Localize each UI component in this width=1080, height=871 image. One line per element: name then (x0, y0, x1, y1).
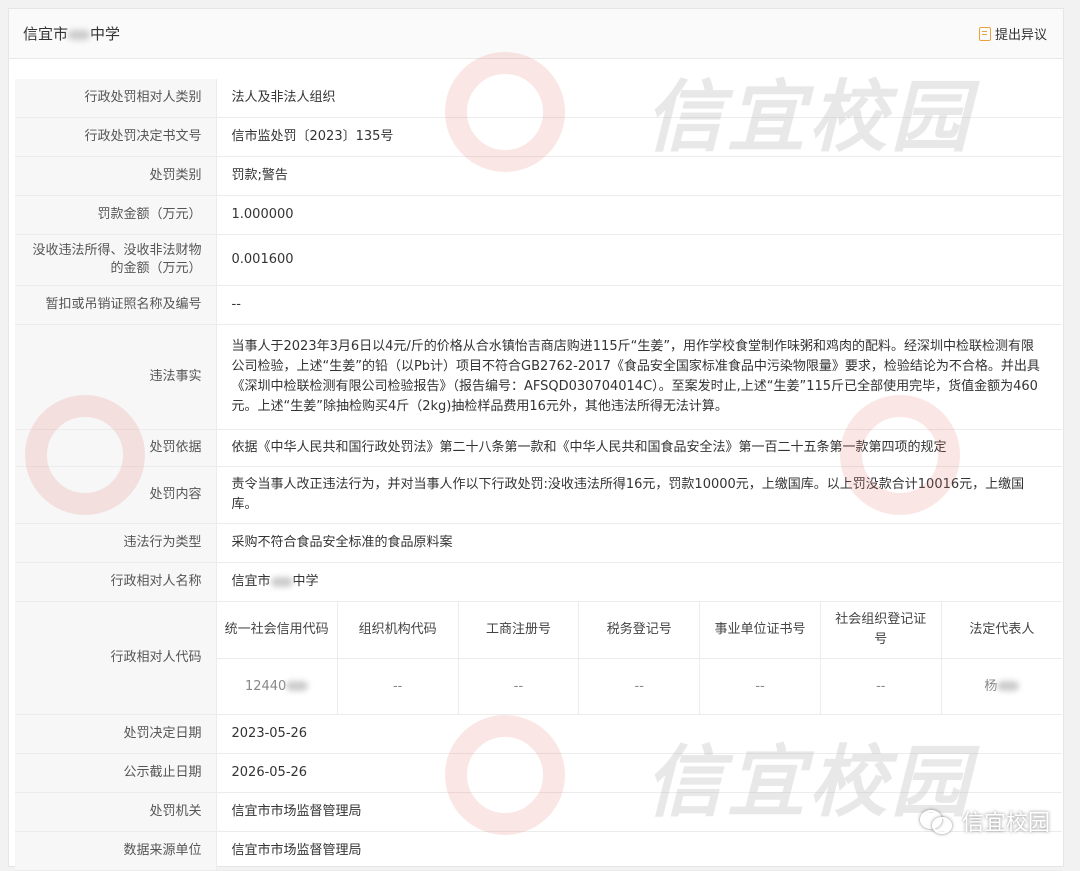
row-label: 公示截止日期 (15, 753, 217, 793)
row-label: 行政处罚决定书文号 (15, 117, 217, 157)
row-label: 行政相对人代码 (15, 601, 217, 715)
row-value: 责令当事人改正违法行为，并对当事人作以下行政处罚:没收违法所得16元，罚款100… (216, 466, 1062, 524)
table-row: 行政相对人名称 信宜市 中学 (15, 562, 1062, 602)
row-value: 0.001600 (216, 234, 1062, 286)
row-label: 处罚类别 (15, 156, 217, 196)
row-value: 信市监处罚〔2023〕135号 (216, 117, 1062, 157)
row-label: 暂扣或吊销证照名称及编号 (15, 285, 217, 325)
code-value-row: 12440 -- -- -- -- -- 杨 (216, 658, 1063, 715)
code-col-header: 税务登记号 (578, 602, 701, 659)
code-value: -- (337, 658, 459, 714)
row-label: 处罚决定日期 (15, 714, 217, 754)
row-label: 数据来源单位 (15, 831, 217, 871)
row-value: 采购不符合食品安全标准的食品原料案 (216, 523, 1062, 563)
penalty-info-table: 行政处罚相对人类别 法人及非法人组织 行政处罚决定书文号 信市监处罚〔2023〕… (15, 79, 1062, 871)
redacted-mark (997, 681, 1020, 691)
code-col-header: 统一社会信用代码 (216, 602, 338, 659)
row-label: 处罚依据 (15, 429, 217, 467)
row-value: 信宜市 中学 (216, 562, 1062, 602)
code-value: -- (458, 658, 580, 714)
title-suffix: 中学 (90, 25, 121, 43)
table-row: 处罚内容 责令当事人改正违法行为，并对当事人作以下行政处罚:没收违法所得16元，… (15, 466, 1062, 524)
table-row: 违法事实 当事人于2023年3月6日以4元/斤的价格从合水镇怡吉商店购进115斤… (15, 324, 1062, 430)
redacted-mark (68, 29, 91, 40)
row-value: 依据《中华人民共和国行政处罚法》第二十八条第一款和《中华人民共和国食品安全法》第… (216, 429, 1062, 467)
wechat-watermark: 信宜校园 (919, 805, 1050, 837)
table-row: 处罚决定日期 2023-05-26 (15, 714, 1062, 754)
table-row: 行政处罚相对人类别 法人及非法人组织 (15, 79, 1062, 118)
code-value: 杨 (941, 659, 1062, 715)
info-panel: 信宜市 中学 提出异议 行政处罚相对人类别 法人及非法人组织 行政处罚决定书文号 … (8, 8, 1064, 871)
code-col-header: 事业单位证书号 (699, 602, 821, 659)
objection-button[interactable]: 提出异议 (978, 24, 1047, 43)
wechat-label: 信宜校园 (961, 811, 1050, 836)
credit-code-prefix: 12440 (244, 678, 287, 694)
table-row: 处罚机关 信宜市市场监督管理局 (15, 792, 1062, 832)
code-value: -- (820, 658, 942, 714)
row-label: 没收违法所得、没收非法财物的金额（万元） (15, 234, 217, 286)
objection-label: 提出异议 (994, 28, 1047, 43)
code-value: -- (578, 658, 701, 714)
page-title: 信宜市 中学 (23, 23, 120, 44)
code-value: -- (699, 658, 821, 714)
row-value: 2023-05-26 (216, 714, 1062, 754)
row-value: 1.000000 (216, 195, 1062, 235)
row-label: 处罚机关 (15, 792, 217, 832)
row-value: 法人及非法人组织 (216, 79, 1062, 118)
code-header-row: 统一社会信用代码 组织机构代码 工商注册号 税务登记号 事业单位证书号 社会组织… (216, 602, 1062, 659)
table-row: 没收违法所得、没收非法财物的金额（万元） 0.001600 (15, 234, 1062, 286)
table-row: 违法行为类型 采购不符合食品安全标准的食品原料案 (15, 523, 1062, 563)
row-value: -- (216, 285, 1062, 325)
table-row: 数据来源单位 信宜市市场监督管理局 (15, 831, 1062, 871)
code-col-header: 法定代表人 (941, 602, 1062, 659)
row-value: 当事人于2023年3月6日以4元/斤的价格从合水镇怡吉商店购进115斤“生姜”，… (216, 324, 1062, 430)
table-row: 罚款金额（万元） 1.000000 (15, 195, 1062, 235)
row-value: 2026-05-26 (216, 753, 1062, 793)
table-row: 处罚依据 依据《中华人民共和国行政处罚法》第二十八条第一款和《中华人民共和国食品… (15, 429, 1062, 467)
table-row: 行政相对人代码 统一社会信用代码 组织机构代码 工商注册号 税务登记号 事业单位… (15, 601, 1063, 715)
party-name-prefix: 信宜市 (231, 574, 271, 589)
party-code-cell: 统一社会信用代码 组织机构代码 工商注册号 税务登记号 事业单位证书号 社会组织… (216, 601, 1063, 715)
redacted-mark (286, 681, 309, 691)
row-value: 信宜市市场监督管理局 (216, 831, 1062, 871)
table-row: 暂扣或吊销证照名称及编号 -- (15, 285, 1062, 325)
party-name-suffix: 中学 (292, 574, 319, 589)
row-label: 违法事实 (15, 324, 217, 430)
document-edit-icon (978, 26, 991, 41)
table-row: 行政处罚决定书文号 信市监处罚〔2023〕135号 (15, 117, 1062, 157)
wechat-icon (919, 808, 954, 834)
legal-rep-prefix: 杨 (984, 678, 998, 694)
table-row: 公示截止日期 2026-05-26 (15, 753, 1062, 793)
code-col-header: 工商注册号 (458, 602, 580, 659)
table-row: 处罚类别 罚款;警告 (15, 156, 1062, 196)
row-label: 处罚内容 (15, 466, 217, 524)
panel-header: 信宜市 中学 提出异议 (9, 9, 1063, 59)
code-col-header: 组织机构代码 (337, 602, 459, 659)
row-label: 罚款金额（万元） (15, 195, 217, 235)
party-code-table: 统一社会信用代码 组织机构代码 工商注册号 税务登记号 事业单位证书号 社会组织… (216, 602, 1063, 715)
row-label: 行政相对人名称 (15, 562, 217, 602)
row-label: 行政处罚相对人类别 (15, 79, 217, 118)
row-label: 违法行为类型 (15, 523, 217, 563)
redacted-mark (270, 576, 293, 587)
row-value: 罚款;警告 (216, 156, 1062, 196)
code-value: 12440 (216, 658, 338, 714)
title-prefix: 信宜市 (23, 25, 69, 43)
code-col-header: 社会组织登记证号 (820, 602, 942, 659)
